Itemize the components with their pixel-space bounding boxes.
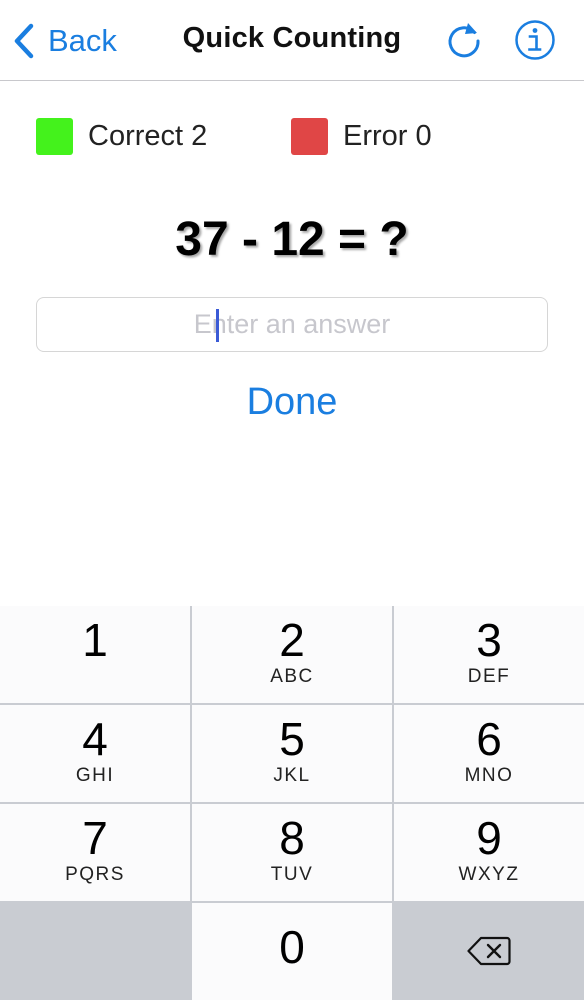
- question-text: 37 - 12 = ?: [175, 213, 409, 266]
- key-letters: JKL: [273, 765, 311, 787]
- backspace-icon: [467, 936, 511, 966]
- correct-count: 2: [191, 119, 208, 152]
- correct-score: Correct 2: [36, 116, 207, 156]
- info-icon[interactable]: [514, 19, 556, 61]
- key-5[interactable]: 5 JKL: [192, 705, 392, 802]
- page-title: Quick Counting: [0, 22, 584, 55]
- correct-swatch: [36, 117, 73, 155]
- page-title-text: Quick Counting: [182, 22, 402, 54]
- key-letters: PQRS: [65, 864, 125, 886]
- key-4[interactable]: 4 GHI: [0, 705, 190, 802]
- answer-field[interactable]: [36, 297, 548, 352]
- key-3[interactable]: 3 DEF: [394, 606, 584, 703]
- key-8[interactable]: 8 TUV: [192, 804, 392, 901]
- key-letters: ABC: [270, 666, 314, 688]
- error-count: 0: [415, 119, 432, 152]
- key-letters: GHI: [75, 765, 115, 787]
- key-9[interactable]: 9 WXYZ: [394, 804, 584, 901]
- key-digit: 4: [82, 713, 108, 765]
- key-7[interactable]: 7 PQRS: [0, 804, 190, 901]
- error-label: Error: [343, 119, 408, 152]
- correct-score-text: Correct 2: [88, 120, 207, 153]
- key-digit: 9: [476, 812, 502, 864]
- key-digit: 6: [476, 713, 502, 765]
- error-score-text: Error 0: [343, 120, 432, 153]
- backspace-key[interactable]: [394, 903, 584, 1000]
- numeric-keypad: 1 2 ABC 3 DEF 4 GHI 5 JKL 6 MNO 7 PQRS 8…: [0, 606, 584, 1000]
- key-digit: 1: [82, 614, 108, 666]
- error-score: Error 0: [291, 116, 432, 156]
- key-letters: TUV: [270, 864, 314, 886]
- key-0[interactable]: 0: [192, 903, 392, 1000]
- done-button[interactable]: Done: [0, 381, 584, 424]
- navigation-bar: Back Quick Counting: [0, 0, 584, 81]
- key-6[interactable]: 6 MNO: [394, 705, 584, 802]
- text-cursor: [216, 309, 219, 342]
- key-letters: DEF: [467, 666, 511, 688]
- correct-label: Correct: [88, 119, 184, 152]
- key-letters: WXYZ: [458, 864, 520, 886]
- key-digit: 8: [279, 812, 305, 864]
- key-digit: 0: [279, 921, 305, 973]
- key-1[interactable]: 1: [0, 606, 190, 703]
- answer-input[interactable]: [37, 298, 547, 351]
- key-2[interactable]: 2 ABC: [192, 606, 392, 703]
- error-swatch: [291, 117, 328, 155]
- key-digit: 7: [82, 812, 108, 864]
- refresh-icon[interactable]: [444, 20, 484, 60]
- key-digit: 3: [476, 614, 502, 666]
- math-question: 37 - 12 = ?: [0, 212, 584, 267]
- key-digit: 2: [279, 614, 305, 666]
- key-digit: 5: [279, 713, 305, 765]
- key-blank: [0, 903, 190, 1000]
- key-letters: MNO: [464, 765, 514, 787]
